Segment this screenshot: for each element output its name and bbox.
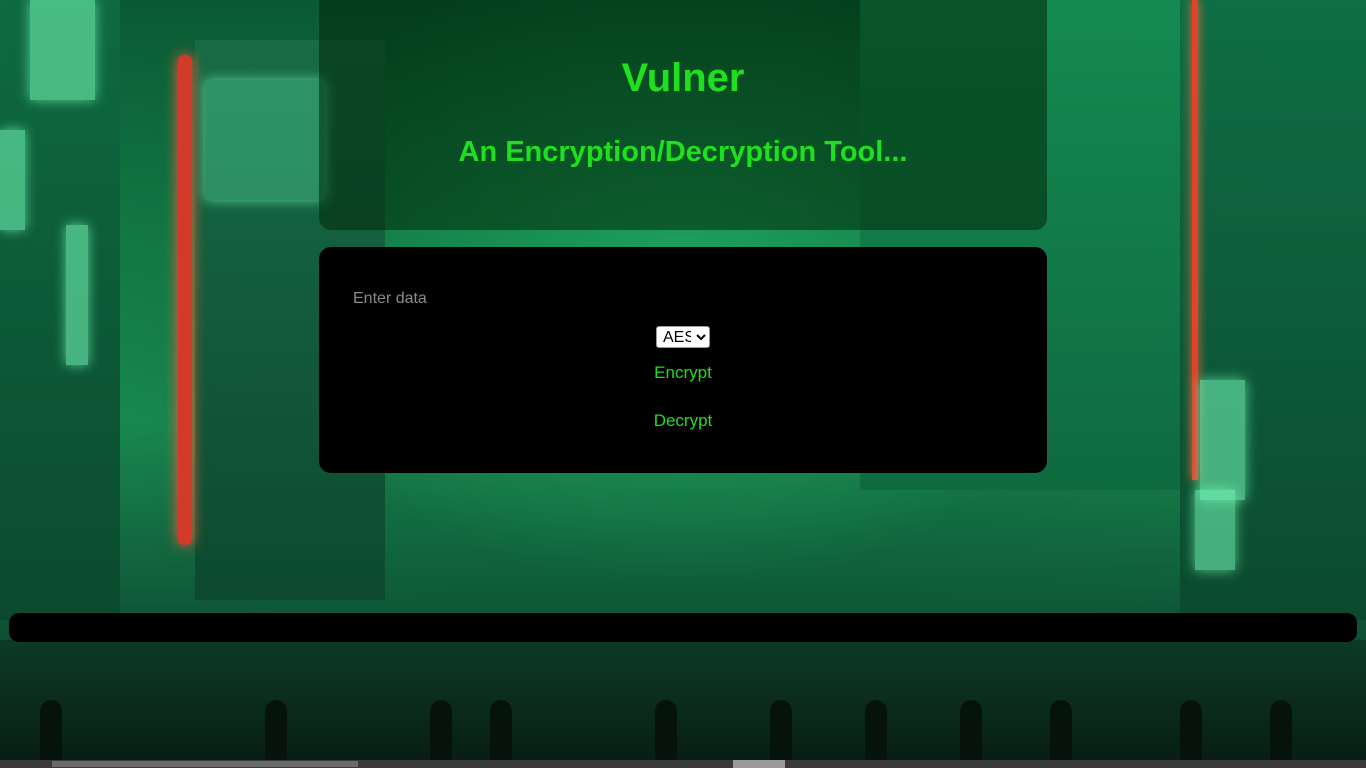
decrypt-button[interactable]: Decrypt bbox=[319, 410, 1047, 432]
crypto-form: AES Encrypt Decrypt bbox=[319, 247, 1047, 473]
page-subtitle: An Encryption/Decryption Tool... bbox=[458, 136, 908, 168]
scrollbar-thumb[interactable] bbox=[733, 760, 785, 768]
algorithm-select[interactable]: AES bbox=[656, 326, 710, 348]
encrypt-button[interactable]: Encrypt bbox=[319, 362, 1047, 384]
data-input[interactable] bbox=[347, 285, 1019, 313]
output-display bbox=[9, 613, 1357, 642]
horizontal-scrollbar[interactable] bbox=[0, 760, 1366, 768]
header-panel: Vulner An Encryption/Decryption Tool... bbox=[319, 0, 1047, 230]
page-title: Vulner bbox=[621, 56, 745, 100]
